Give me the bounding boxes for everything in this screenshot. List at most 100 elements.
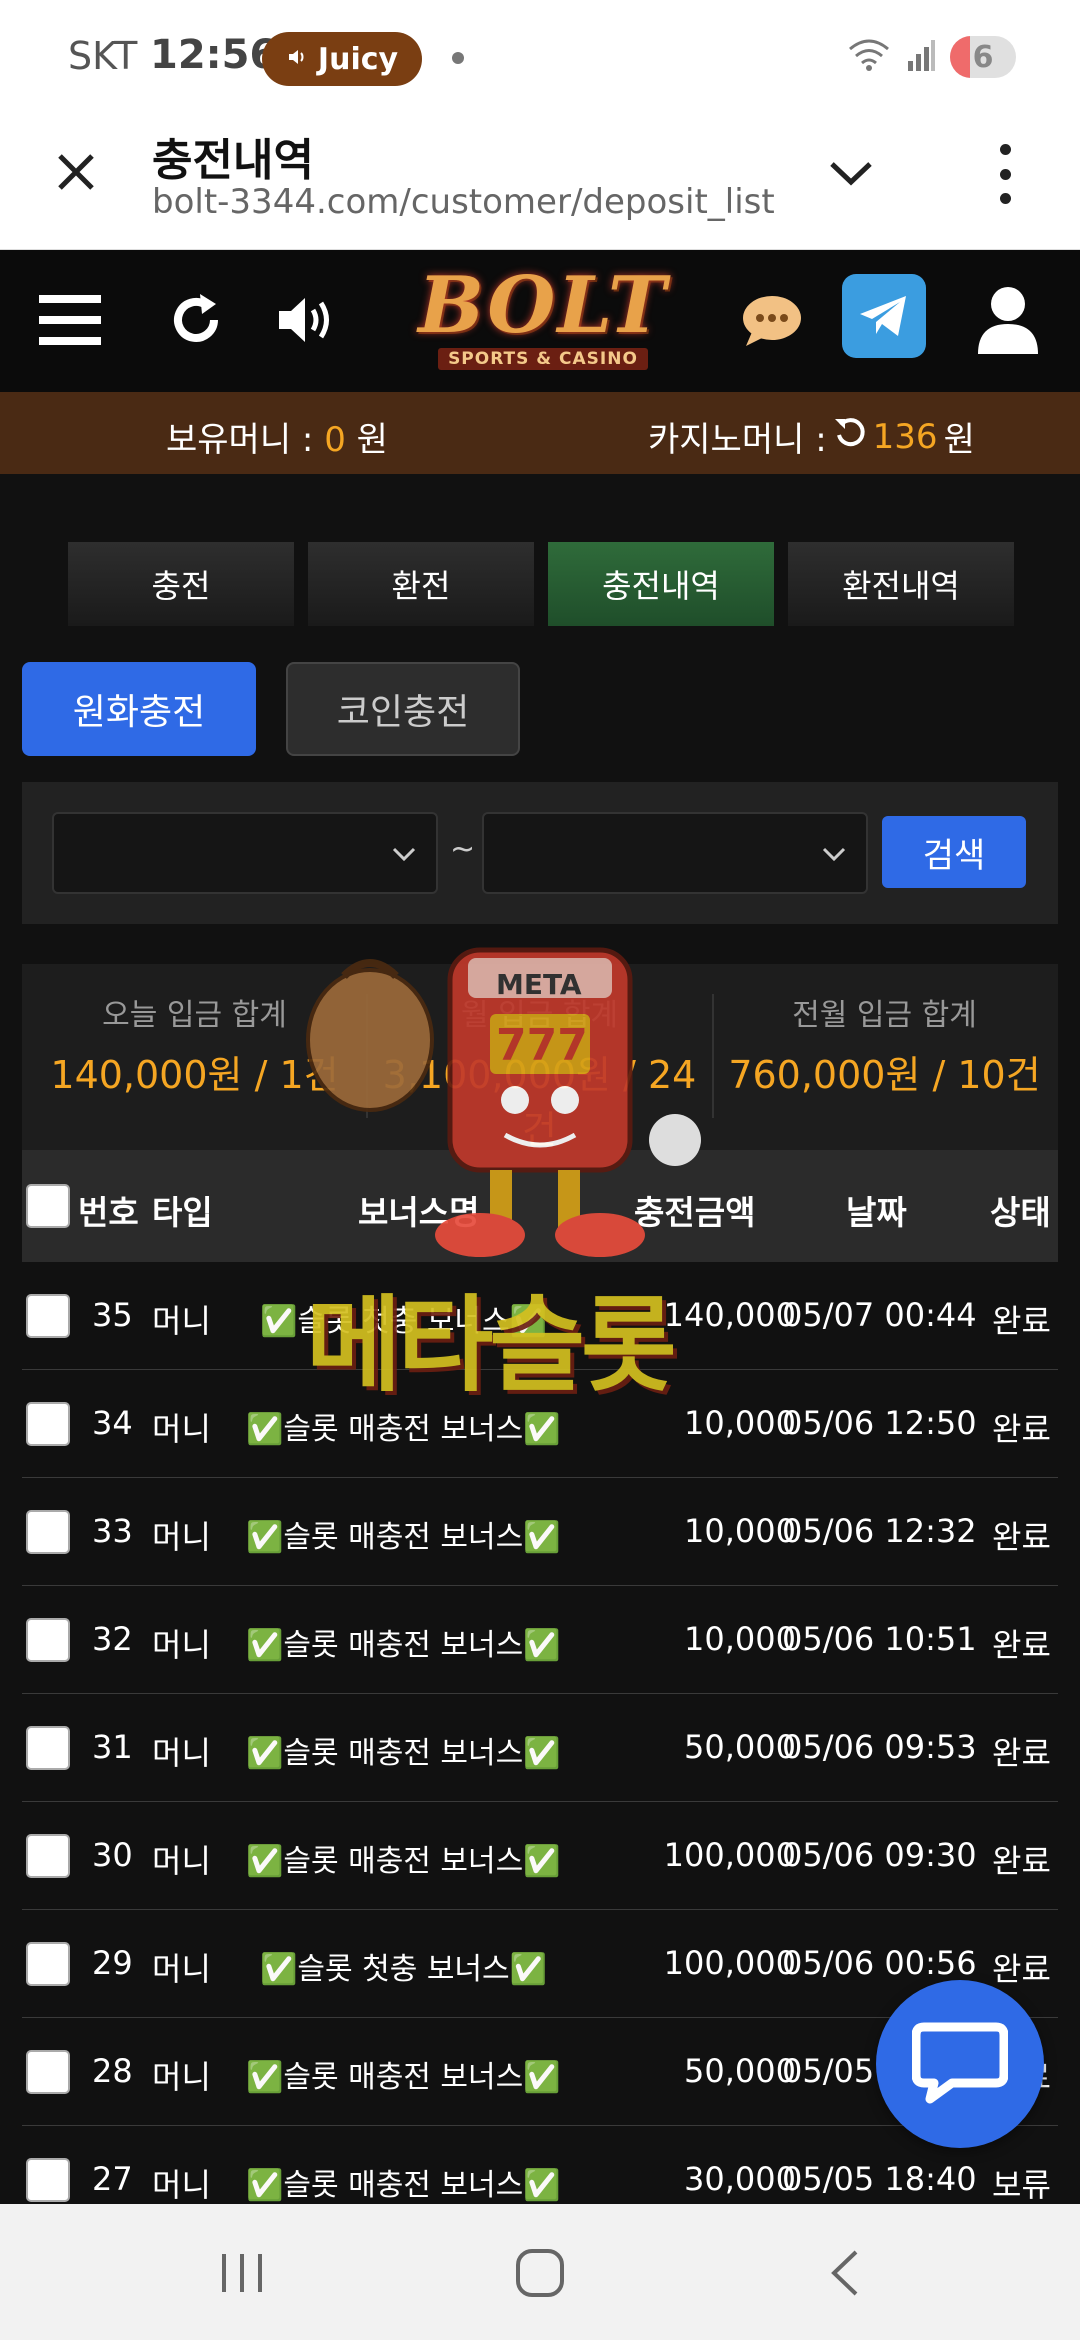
browser-page-title: 충전내역 [152, 135, 314, 186]
col-no: 번호 [78, 1193, 139, 1232]
col-bonus: 보너스명 [358, 1193, 480, 1232]
close-icon[interactable] [50, 146, 102, 198]
row-no: 28 [92, 2052, 133, 2090]
media-pill[interactable]: Juicy [262, 32, 422, 86]
chat-bubble-icon[interactable] [736, 284, 808, 356]
row-status: 보류 [992, 2166, 1051, 2204]
row-amount: 50,000 [684, 1728, 796, 1766]
user-icon[interactable] [972, 284, 1044, 356]
table-row[interactable]: 33 머니 ✅슬롯 매충전 보너스✅ 10,000 05/06 12:32 완료 [22, 1478, 1058, 1586]
more-options-icon[interactable] [990, 144, 1020, 204]
today-summary-value: 140,000원 / 1건 [50, 1053, 339, 1097]
casino-money: 카지노머니 : 136 원 [648, 412, 975, 461]
battery-indicator: 6 [950, 36, 1016, 78]
chevron-down-icon [820, 842, 848, 866]
table-row[interactable]: 31 머니 ✅슬롯 매충전 보너스✅ 50,000 05/06 09:53 완료 [22, 1694, 1058, 1802]
prev-month-summary: 전월 입금 합계 760,000원 / 10건 [712, 990, 1057, 1099]
table-row[interactable]: 34 머니 ✅슬롯 매충전 보너스✅ 10,000 05/06 12:50 완료 [22, 1370, 1058, 1478]
row-no: 33 [92, 1512, 133, 1550]
col-status: 상태 [990, 1193, 1051, 1232]
row-type: 머니 [152, 2058, 211, 2096]
deposit-summary: 오늘 입금 합계 140,000원 / 1건 월 입금 합계 3,100,000… [22, 964, 1058, 1152]
media-pill-label: Juicy [317, 41, 399, 77]
row-checkbox[interactable] [26, 2158, 70, 2202]
row-date: 05/05 18:40 [782, 2160, 977, 2198]
row-checkbox[interactable] [26, 1510, 70, 1554]
volume-icon [286, 42, 310, 77]
won-deposit-tab[interactable]: 원화충전 [22, 662, 256, 756]
today-summary: 오늘 입금 합계 140,000원 / 1건 [22, 990, 367, 1099]
wifi-icon [846, 37, 892, 77]
browser-url-bar: 충전내역 bolt-3344.com/customer/deposit_list [0, 118, 1080, 250]
live-chat-button[interactable] [876, 1980, 1044, 2148]
chevron-down-icon [390, 842, 418, 866]
row-date: 05/06 00:56 [782, 1944, 977, 1982]
table-row[interactable]: 32 머니 ✅슬롯 매충전 보너스✅ 10,000 05/06 10:51 완료 [22, 1586, 1058, 1694]
month-summary: 월 입금 합계 3,100,000원 / 24건 [367, 990, 712, 1154]
row-date: 05/06 12:50 [782, 1404, 977, 1442]
search-button[interactable]: 검색 [882, 816, 1026, 888]
system-navigation-bar [0, 2204, 1080, 2340]
chat-icon [911, 2019, 1009, 2109]
row-checkbox[interactable] [26, 2050, 70, 2094]
notification-dot [452, 52, 464, 64]
tab-deposit[interactable]: 충전 [68, 542, 294, 626]
row-bonus: ✅슬롯 매충전 보너스✅ [246, 1520, 561, 1555]
tab-withdraw-history[interactable]: 환전내역 [788, 542, 1014, 626]
row-no: 31 [92, 1728, 133, 1766]
col-date: 날짜 [846, 1193, 907, 1232]
menu-icon[interactable] [34, 284, 106, 356]
row-date: 05/07 00:44 [782, 1296, 977, 1334]
row-bonus: ✅슬롯 매충전 보너스✅ [246, 1736, 561, 1771]
currency-tabs: 원화충전 코인충전 [22, 662, 520, 756]
col-type: 타입 [152, 1193, 213, 1232]
date-filter: ~ 검색 [22, 782, 1058, 924]
held-money-label: 보유머니 : [166, 420, 314, 460]
casino-refresh-icon[interactable] [833, 415, 867, 458]
browser-url[interactable]: bolt-3344.com/customer/deposit_list [152, 182, 775, 222]
tab-withdraw[interactable]: 환전 [308, 542, 534, 626]
row-checkbox[interactable] [26, 1942, 70, 1986]
end-date-select[interactable] [482, 812, 868, 894]
casino-money-unit: 원 [943, 420, 975, 460]
table-row[interactable]: 35 머니 ✅슬롯 첫충 보너스✅ 140,000 05/07 00:44 완료 [22, 1262, 1058, 1370]
status-bar: SKT 12:56 Juicy 6 [0, 0, 1080, 118]
row-status: 완료 [992, 1410, 1051, 1448]
held-money: 보유머니 : 0 원 [166, 412, 388, 461]
row-checkbox[interactable] [26, 1294, 70, 1338]
row-amount: 10,000 [684, 1620, 796, 1658]
table-row[interactable]: 30 머니 ✅슬롯 매충전 보너스✅ 100,000 05/06 09:30 완… [22, 1802, 1058, 1910]
coin-deposit-tab[interactable]: 코인충전 [286, 662, 520, 756]
row-no: 29 [92, 1944, 133, 1982]
start-date-select[interactable] [52, 812, 438, 894]
chevron-down-icon[interactable] [826, 154, 876, 194]
recent-apps-icon[interactable] [212, 2248, 272, 2298]
row-date: 05/06 12:32 [782, 1512, 977, 1550]
row-no: 32 [92, 1620, 133, 1658]
row-checkbox[interactable] [26, 1618, 70, 1662]
refresh-icon[interactable] [160, 284, 232, 356]
row-checkbox[interactable] [26, 1402, 70, 1446]
row-bonus: ✅슬롯 매충전 보너스✅ [246, 2168, 561, 2203]
row-date: 05/05 [782, 2052, 875, 2090]
month-summary-value: 3,100,000원 / 24건 [382, 1053, 697, 1152]
tab-deposit-history[interactable]: 충전내역 [548, 542, 774, 626]
sound-icon[interactable] [272, 284, 344, 356]
row-checkbox[interactable] [26, 1834, 70, 1878]
col-amount: 충전금액 [634, 1193, 756, 1232]
bolt-logo[interactable]: BOLT SPORTS & CASINO [408, 264, 678, 378]
select-all-checkbox[interactable] [26, 1184, 70, 1228]
row-status: 완료 [992, 1734, 1051, 1772]
row-no: 30 [92, 1836, 133, 1874]
battery-level: 6 [972, 39, 994, 75]
row-type: 머니 [152, 1302, 211, 1340]
row-checkbox[interactable] [26, 1726, 70, 1770]
back-icon[interactable] [816, 2248, 876, 2298]
home-icon[interactable] [510, 2248, 570, 2298]
row-amount: 140,000 [663, 1296, 796, 1334]
row-bonus: ✅슬롯 매충전 보너스✅ [246, 1412, 561, 1447]
row-bonus: ✅슬롯 첫충 보너스✅ [260, 1952, 547, 1987]
row-type: 머니 [152, 2166, 211, 2204]
telegram-icon[interactable] [842, 274, 926, 358]
held-money-unit: 원 [356, 420, 388, 460]
